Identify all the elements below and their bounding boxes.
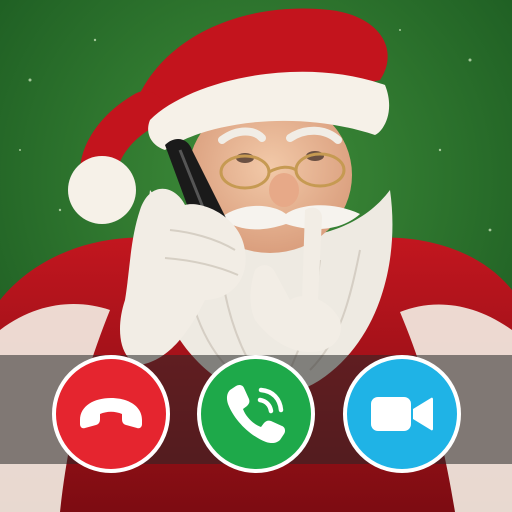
app-icon — [0, 0, 512, 512]
accept-call-button[interactable] — [197, 355, 315, 473]
hat-pompom — [68, 156, 136, 224]
phone-hangup-icon — [80, 398, 142, 429]
video-camera-icon — [371, 397, 433, 431]
video-call-button[interactable] — [343, 355, 461, 473]
phone-ringing-icon — [226, 384, 286, 444]
decline-call-button[interactable] — [52, 355, 170, 473]
